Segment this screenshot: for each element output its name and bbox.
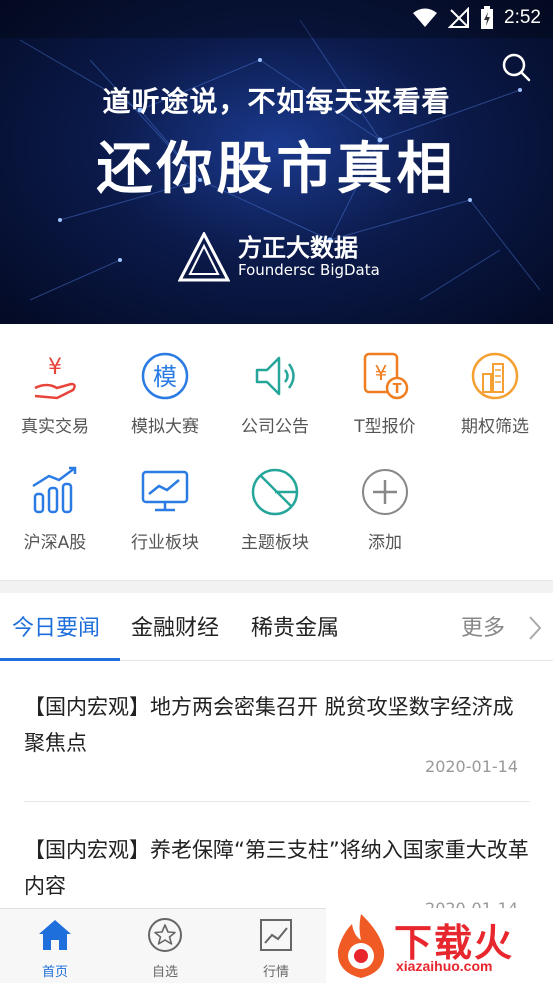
wifi-icon [413,8,438,27]
banner-headline: 还你股市真相 [96,137,457,202]
svg-text:T: T [393,382,402,397]
watermark: 下载火 xiazaihuo.com [326,908,553,983]
svg-text:¥: ¥ [375,361,388,385]
pie-icon [251,468,299,516]
brand-logo: 方正大数据 Foundersc BigData [178,232,380,282]
grid-item-add[interactable]: 添加 [330,464,440,553]
svg-text:模: 模 [153,363,177,391]
line-chart-icon [260,919,292,951]
grid-item-a-shares[interactable]: 沪深A股 [0,464,110,553]
section-divider [0,580,553,593]
nav-home[interactable]: 首页 [20,917,90,980]
watermark-url: xiazaihuo.com [396,958,493,974]
grid-item-label: 真实交易 [21,417,89,437]
banner-tagline: 道听途说，不如每天来看看 [102,85,451,118]
feature-grid: ¥ 真实交易 模 模拟大赛 公司公告 ¥ T T型报价 期权筛选 沪深A股 行业… [0,324,553,580]
nav-label: 首页 [41,965,68,980]
nav-label: 行情 [262,965,289,980]
grid-item-t-quote[interactable]: ¥ T T型报价 [330,348,440,437]
tab-precious-metals[interactable]: 稀贵金属 [251,610,339,642]
list-item[interactable]: 【国内宏观】养老保障“第三支柱”将纳入国家重大改革内容 [24,832,530,904]
flame-logo-icon [337,914,385,978]
news-tabs: 今日要闻 金融财经 稀贵金属 更多 [0,593,553,661]
grid-item-announcements[interactable]: 公司公告 [220,348,330,437]
grid-item-label: 模拟大赛 [131,417,199,437]
grid-item-label: 添加 [368,533,402,553]
battery-charging-icon [481,6,494,29]
news-title: 【国内宏观】养老保障“第三支柱”将纳入国家重大改革内容 [24,838,529,898]
list-divider [24,801,530,802]
bar-trend-icon [32,466,77,514]
tab-today-news[interactable]: 今日要闻 [12,610,100,642]
monitor-chart-icon [141,470,189,512]
active-tab-indicator [0,658,120,661]
grid-item-industry[interactable]: 行业板块 [110,464,220,553]
grid-item-label: 公司公告 [241,417,309,437]
grid-item-label: 沪深A股 [23,533,87,553]
grid-item-real-trade[interactable]: ¥ 真实交易 [0,348,110,437]
status-bar: 2:52 [0,0,553,38]
nav-label: 自选 [151,965,178,980]
star-circle-icon [148,918,182,952]
grid-item-simulation[interactable]: 模 模拟大赛 [110,348,220,437]
grid-item-label: T型报价 [354,417,416,437]
yen-hand-icon: ¥ [34,355,76,400]
founder-logo-icon [178,232,230,282]
yen-t-icon: ¥ T [363,352,409,400]
hero-banner[interactable]: 2:52 道听途说，不如每天来看看 还你股市真相 方正大数据 Foundersc… [0,0,553,324]
list-item[interactable]: 【国内宏观】地方两会密集召开 脱贫攻坚数字经济成聚焦点 [24,689,530,761]
home-icon [39,920,71,950]
plus-circle-icon [362,469,408,515]
svg-text:¥: ¥ [48,355,62,380]
speaker-icon [255,356,295,396]
grid-item-label: 主题板块 [241,533,309,553]
grid-item-label: 行业板块 [131,533,199,553]
no-signal-icon [448,7,470,28]
search-icon[interactable] [501,52,531,82]
nav-watchlist[interactable]: 自选 [130,917,200,980]
news-date: 2020-01-14 [425,757,518,776]
grid-item-theme[interactable]: 主题板块 [220,464,330,553]
tab-finance[interactable]: 金融财经 [131,610,219,642]
brand-subtitle: Foundersc BigData [238,261,380,279]
status-time: 2:52 [504,7,541,28]
brand-name: 方正大数据 [238,234,358,262]
grid-item-label: 期权筛选 [461,417,529,437]
mo-badge-icon: 模 [141,352,189,400]
chevron-right-icon[interactable] [528,615,542,641]
tab-more[interactable]: 更多 [461,610,505,642]
news-title: 【国内宏观】地方两会密集召开 脱贫攻坚数字经济成聚焦点 [24,695,514,755]
building-chart-icon [471,352,519,400]
grid-item-option-filter[interactable]: 期权筛选 [440,348,550,437]
nav-market[interactable]: 行情 [241,917,311,980]
